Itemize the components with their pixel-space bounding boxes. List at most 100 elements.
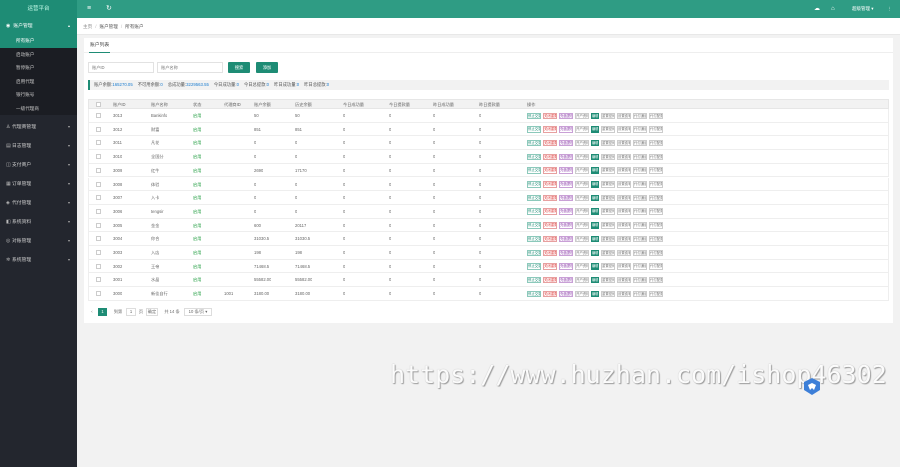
action-button[interactable]: 开户资料	[575, 249, 589, 256]
action-button[interactable]: 设置费率	[617, 126, 631, 133]
sidebar-item-paused[interactable]: 暂停账户	[0, 61, 77, 75]
action-button[interactable]: 关闭重置	[543, 276, 557, 284]
action-button[interactable]: 设置费率	[617, 290, 631, 298]
breadcrumb-home[interactable]: 主页	[83, 24, 92, 29]
action-button[interactable]: 代付通道	[633, 276, 647, 284]
action-button[interactable]: 关闭重置	[543, 208, 557, 215]
action-button[interactable]: 充值提现	[559, 167, 573, 174]
action-button[interactable]: 代付配置	[649, 263, 663, 270]
action-button[interactable]: 开户资料	[575, 290, 589, 298]
row-checkbox[interactable]	[96, 277, 101, 283]
action-button[interactable]: 代付配置	[649, 167, 663, 174]
action-button[interactable]: 编辑	[591, 194, 599, 202]
action-button[interactable]: 代付通道	[633, 139, 647, 147]
row-checkbox[interactable]	[96, 236, 101, 242]
action-button[interactable]: 编辑	[591, 153, 599, 161]
action-button[interactable]: 关闭重置	[543, 167, 557, 174]
action-button[interactable]: 代付通道	[633, 208, 647, 215]
action-button[interactable]: 开户资料	[575, 181, 589, 188]
action-button[interactable]: 开户资料	[575, 235, 589, 243]
action-button[interactable]: 代付通道	[633, 126, 647, 133]
action-button[interactable]: 重置密码	[601, 263, 615, 270]
action-button[interactable]: 编辑	[591, 249, 599, 256]
action-button[interactable]: 充值提现	[559, 194, 573, 202]
action-button[interactable]: 重置密码	[601, 167, 615, 174]
action-button[interactable]: 代付通道	[633, 235, 647, 243]
action-button[interactable]: 编辑	[591, 112, 599, 119]
action-button[interactable]: 代付配置	[649, 139, 663, 147]
tab-account-list[interactable]: 账户列表	[89, 38, 111, 53]
action-button[interactable]: 停止交易	[527, 235, 541, 243]
action-button[interactable]: 停止交易	[527, 153, 541, 161]
action-button[interactable]: 代付通道	[633, 222, 647, 229]
action-button[interactable]: 代付配置	[649, 208, 663, 215]
breadcrumb-section[interactable]: 账户管理	[99, 24, 117, 29]
page-size-select[interactable]: 10 条/页 ▾	[184, 308, 212, 316]
action-button[interactable]: 重置密码	[601, 194, 615, 202]
action-button[interactable]: 停止交易	[527, 249, 541, 256]
row-checkbox[interactable]	[96, 222, 101, 228]
action-button[interactable]: 停止交易	[527, 194, 541, 202]
action-button[interactable]: 重置密码	[601, 139, 615, 147]
action-button[interactable]: 重置密码	[601, 235, 615, 243]
cloud-icon[interactable]: ☁	[814, 5, 820, 13]
action-button[interactable]: 代付通道	[633, 290, 647, 298]
action-button[interactable]: 编辑	[591, 276, 599, 284]
row-checkbox[interactable]	[96, 113, 101, 118]
action-button[interactable]: 停止交易	[527, 290, 541, 298]
confirm-page-button[interactable]: 确定	[146, 308, 158, 316]
action-button[interactable]: 关闭重置	[543, 112, 557, 119]
action-button[interactable]: 重置密码	[601, 276, 615, 284]
action-button[interactable]: 代付配置	[649, 235, 663, 243]
action-button[interactable]: 开户资料	[575, 276, 589, 284]
action-button[interactable]: 停止交易	[527, 139, 541, 147]
action-button[interactable]: 开户资料	[575, 139, 589, 147]
sidebar-item-all-accounts[interactable]: 所有账户	[0, 34, 77, 48]
action-button[interactable]: 重置密码	[601, 126, 615, 133]
action-button[interactable]: 关闭重置	[543, 249, 557, 256]
action-button[interactable]: 设置费率	[617, 139, 631, 147]
action-button[interactable]: 编辑	[591, 167, 599, 174]
action-button[interactable]: 关闭重置	[543, 181, 557, 188]
action-button[interactable]: 开户资料	[575, 167, 589, 174]
action-button[interactable]: 关闭重置	[543, 153, 557, 161]
row-checkbox[interactable]	[96, 140, 101, 146]
action-button[interactable]: 设置费率	[617, 208, 631, 215]
nav-group-data[interactable]: ◧系统资料 ▾	[0, 214, 77, 230]
action-button[interactable]: 重置密码	[601, 208, 615, 215]
action-button[interactable]: 代付配置	[649, 126, 663, 133]
tag-icon[interactable]: ⌂	[831, 5, 835, 13]
row-checkbox[interactable]	[96, 181, 101, 187]
action-button[interactable]: 代付通道	[633, 194, 647, 202]
action-button[interactable]: 停止交易	[527, 167, 541, 174]
action-button[interactable]: 重置密码	[601, 112, 615, 119]
action-button[interactable]: 代付配置	[649, 194, 663, 202]
row-checkbox[interactable]	[96, 167, 101, 173]
action-button[interactable]: 充值提现	[559, 208, 573, 215]
action-button[interactable]: 充值提现	[559, 235, 573, 243]
action-button[interactable]: 设置费率	[617, 153, 631, 161]
menu-toggle-icon[interactable]: ≡	[87, 5, 91, 13]
action-button[interactable]: 代付通道	[633, 167, 647, 174]
action-button[interactable]: 开户资料	[575, 112, 589, 119]
action-button[interactable]: 开户资料	[575, 208, 589, 215]
action-button[interactable]: 设置费率	[617, 181, 631, 188]
action-button[interactable]: 代付配置	[649, 112, 663, 119]
action-button[interactable]: 编辑	[591, 208, 599, 215]
sidebar-item-bank[interactable]: 银行账号	[0, 88, 77, 102]
nav-group-system[interactable]: ✲ 系统管理 ▾	[0, 252, 77, 268]
action-button[interactable]: 编辑	[591, 290, 599, 298]
action-button[interactable]: 代付配置	[649, 181, 663, 188]
action-button[interactable]: 重置密码	[601, 181, 615, 188]
action-button[interactable]: 设置费率	[617, 235, 631, 243]
nav-group-merchant[interactable]: ◫支付商户 ▾	[0, 157, 77, 173]
page-1-button[interactable]: 1	[98, 308, 107, 316]
action-button[interactable]: 充值提现	[559, 181, 573, 188]
nav-group-log[interactable]: ▤日志管理 ▾	[0, 138, 77, 154]
action-button[interactable]: 设置费率	[617, 112, 631, 119]
action-button[interactable]: 设置费率	[617, 222, 631, 229]
action-button[interactable]: 代付配置	[649, 222, 663, 229]
action-button[interactable]: 充值提现	[559, 263, 573, 270]
action-button[interactable]: 充值提现	[559, 222, 573, 229]
action-button[interactable]: 设置费率	[617, 167, 631, 174]
